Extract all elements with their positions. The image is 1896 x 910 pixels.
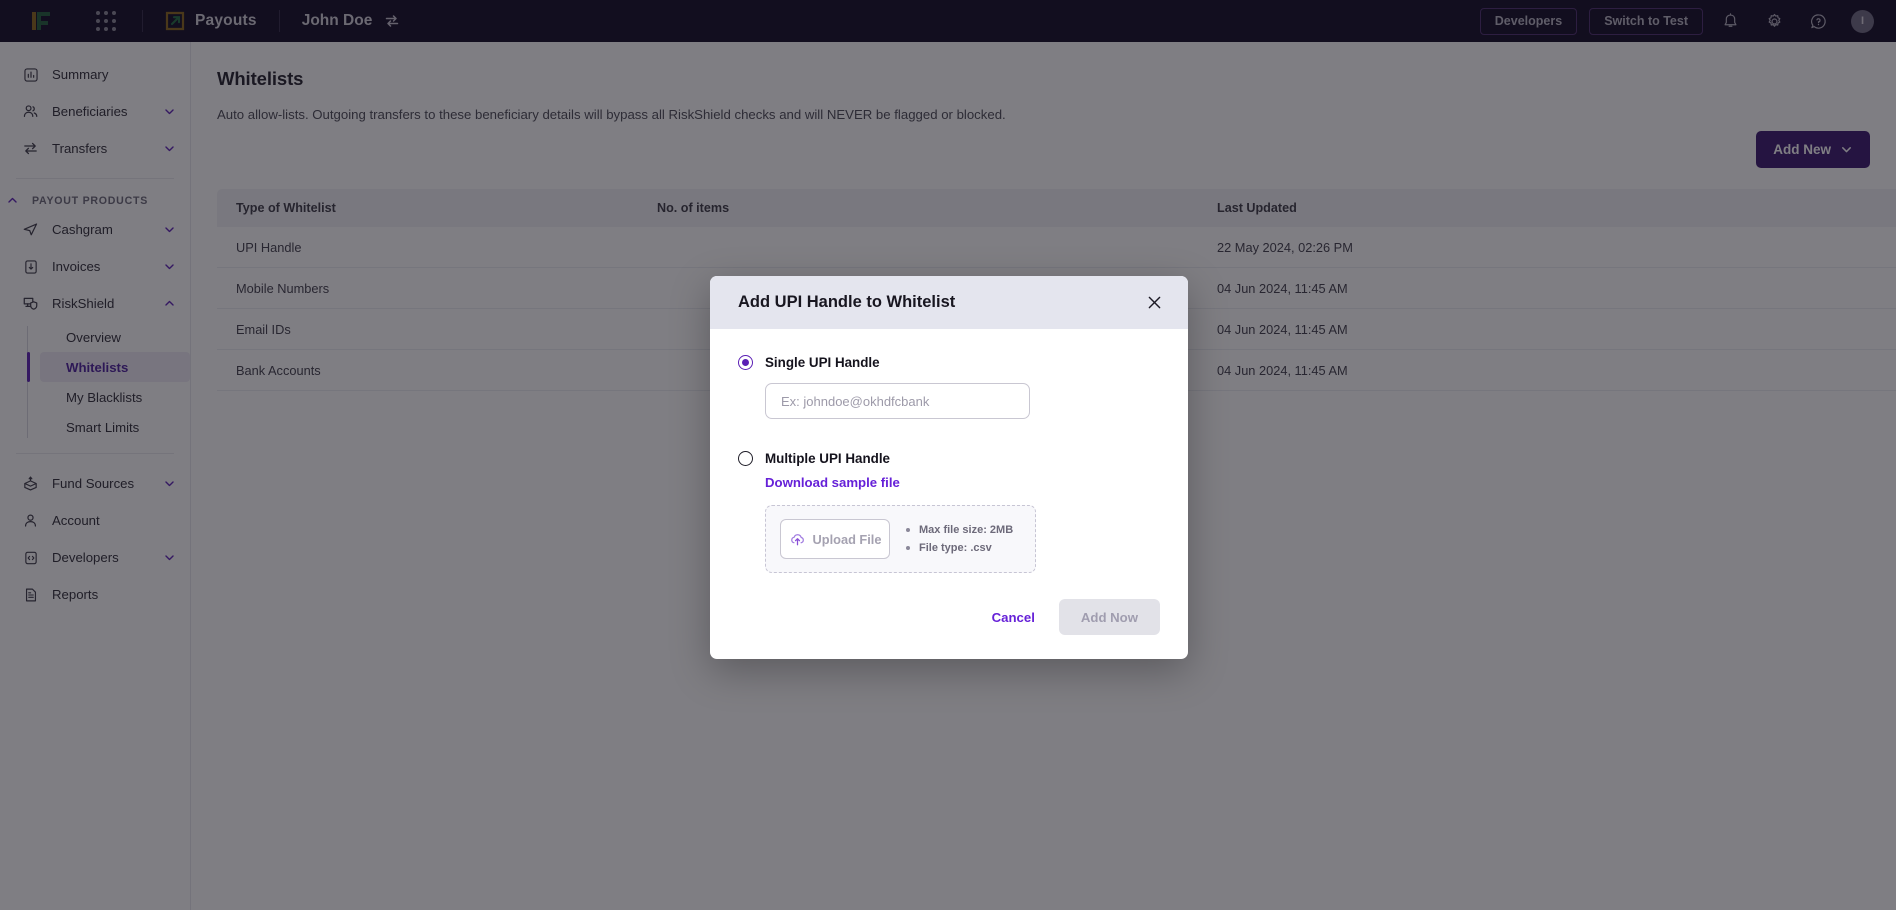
download-sample-file-link[interactable]: Download sample file	[765, 475, 900, 490]
add-now-button[interactable]: Add Now	[1058, 599, 1160, 635]
upload-file-label: Upload File	[812, 531, 882, 547]
cancel-button[interactable]: Cancel	[978, 601, 1049, 634]
close-button[interactable]	[1140, 289, 1168, 317]
upload-file-button[interactable]: Upload File	[780, 519, 890, 559]
add-upi-handle-modal: Add UPI Handle to Whitelist Single UPI H…	[710, 276, 1188, 659]
modal-header: Add UPI Handle to Whitelist	[710, 276, 1188, 329]
modal-body: Single UPI Handle Multiple UPI Handle Do…	[710, 329, 1188, 573]
radio-multiple-upi-handle[interactable]: Multiple UPI Handle	[738, 451, 1160, 466]
cloud-upload-icon	[790, 533, 804, 545]
radio-label-single: Single UPI Handle	[765, 355, 880, 370]
radio-indicator-multiple[interactable]	[738, 451, 753, 466]
modal-title: Add UPI Handle to Whitelist	[738, 293, 956, 311]
radio-indicator-single[interactable]	[738, 355, 753, 370]
file-constraints-list: Max file size: 2MB File type: .csv	[906, 521, 1013, 557]
file-drop-zone[interactable]: Upload File Max file size: 2MB File type…	[765, 505, 1036, 573]
upi-handle-input[interactable]	[765, 383, 1030, 419]
single-handle-field-wrap	[738, 383, 1160, 419]
modal-footer: Cancel Add Now	[710, 573, 1188, 659]
radio-label-multiple: Multiple UPI Handle	[765, 451, 890, 466]
constraint-max-size: Max file size: 2MB	[906, 521, 1013, 539]
constraint-file-type: File type: .csv	[906, 539, 1013, 557]
radio-single-upi-handle[interactable]: Single UPI Handle	[738, 355, 1160, 370]
close-x-icon	[1148, 296, 1160, 309]
